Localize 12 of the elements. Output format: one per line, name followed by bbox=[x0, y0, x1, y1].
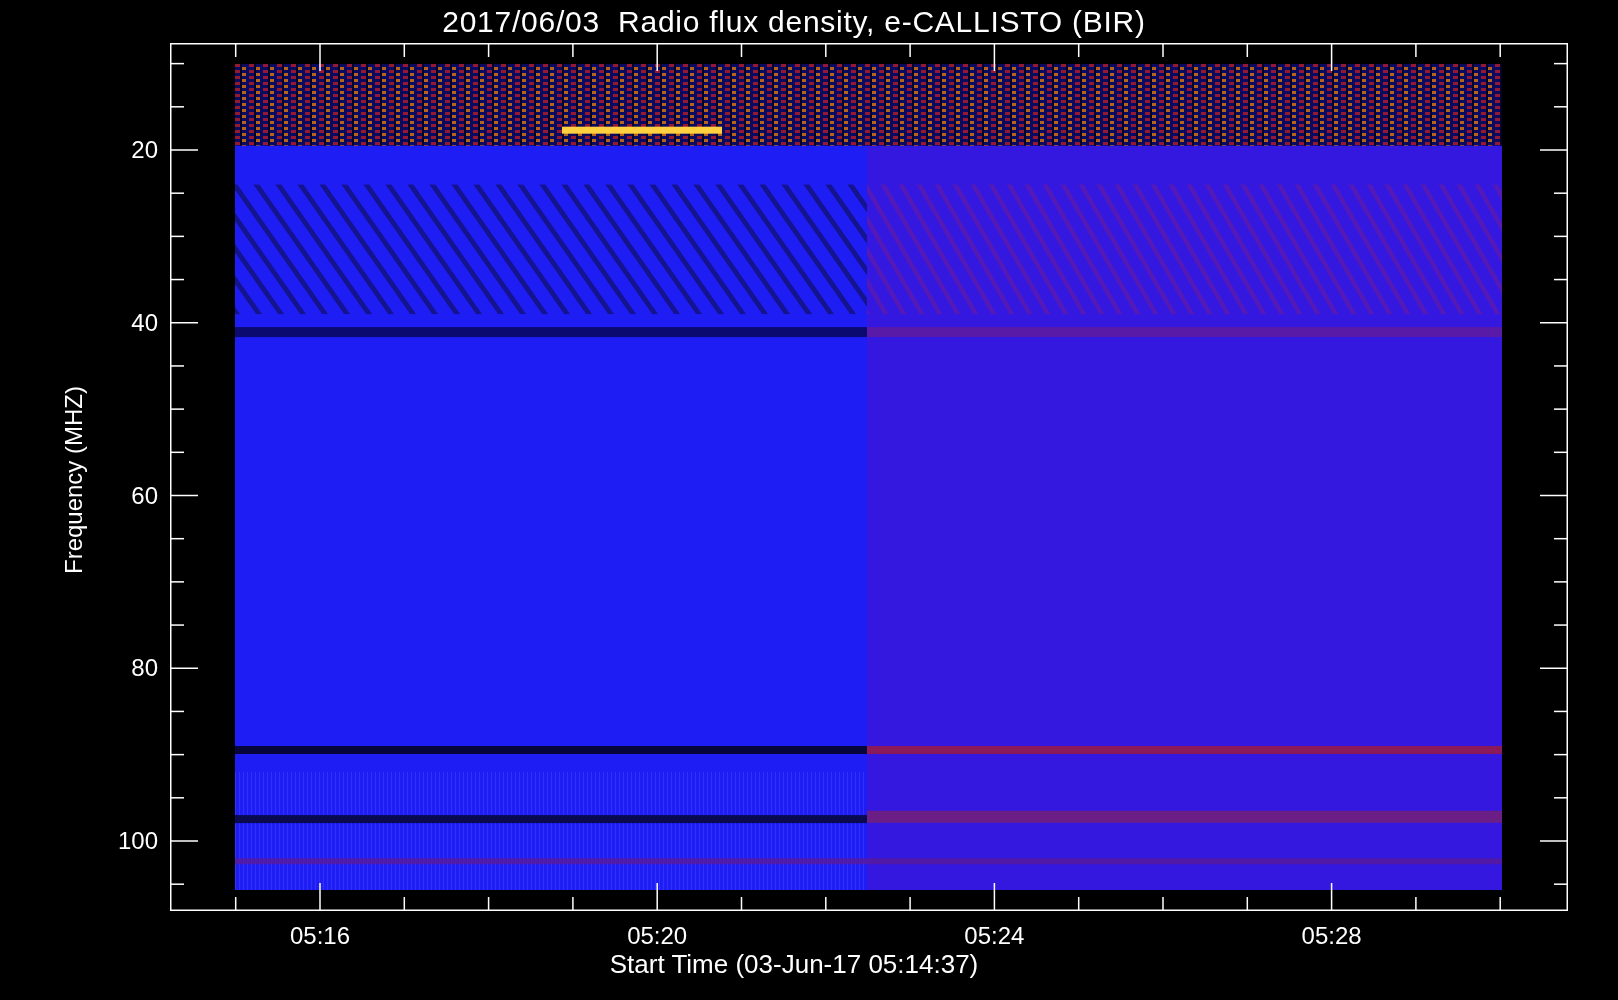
y-tick-label: 100 bbox=[116, 829, 158, 853]
y-axis-label: Frequency (MHZ) bbox=[62, 386, 86, 574]
y-tick-label: 20 bbox=[130, 138, 158, 162]
x-tick-label: 05:16 bbox=[288, 924, 352, 948]
chart-title: 2017/06/03 Radio flux density, e-CALLISTO (BIR) bbox=[442, 6, 1146, 37]
y-tick-label: 40 bbox=[130, 310, 158, 335]
y-tick-label: 60 bbox=[130, 483, 158, 508]
x-tick-label: 05:28 bbox=[1300, 924, 1363, 948]
y-tick-label: 80 bbox=[130, 656, 158, 681]
x-axis-label: Start Time (03-Jun-17 05:14:37) bbox=[609, 951, 979, 977]
x-tick-label: 05:24 bbox=[963, 924, 1026, 948]
x-tick-label: 05:20 bbox=[626, 924, 689, 948]
